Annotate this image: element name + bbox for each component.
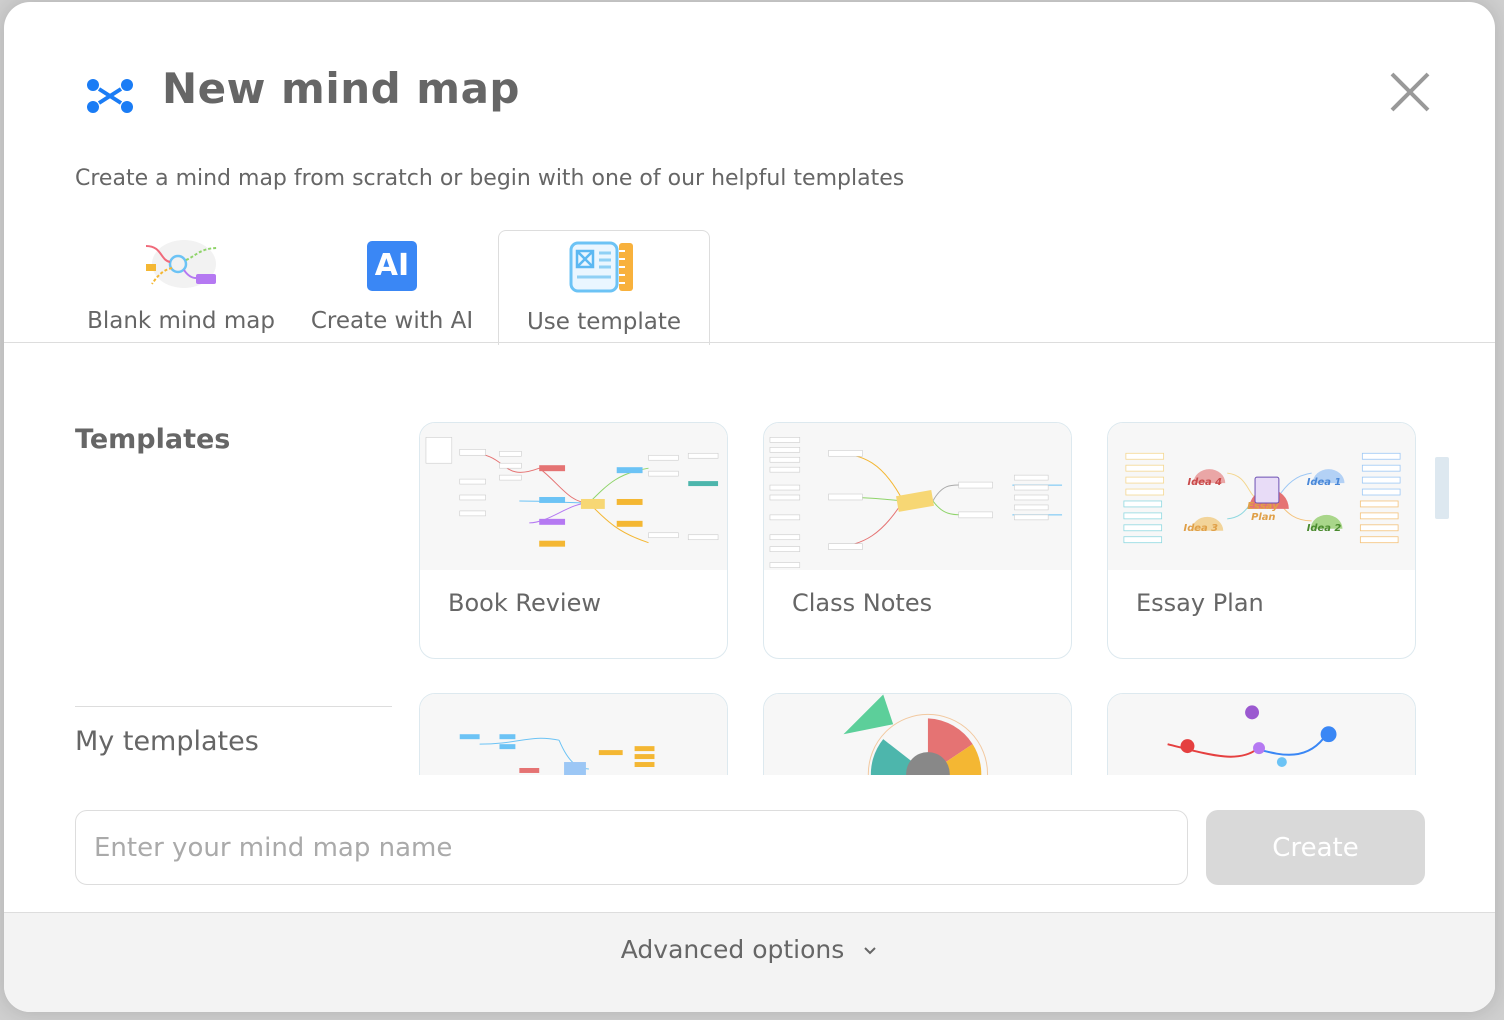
tab-blank-mind-map[interactable]: Blank mind map (84, 230, 278, 344)
tab-label: Blank mind map (87, 308, 275, 334)
templates-scrollbar[interactable] (1435, 457, 1449, 519)
close-icon[interactable] (1388, 70, 1432, 114)
svg-text:Idea 1: Idea 1 (1307, 477, 1342, 488)
mind-map-name-input[interactable] (75, 810, 1188, 885)
template-label: Essay Plan (1136, 589, 1264, 617)
ai-icon: AI (367, 241, 417, 291)
chevron-down-icon (864, 947, 876, 955)
tab-use-template[interactable]: Use template (498, 230, 710, 345)
tab-create-with-ai[interactable]: AI Create with AI (304, 230, 480, 344)
template-icon (569, 241, 633, 293)
book-review-preview (420, 423, 727, 570)
essay-plan-preview: Idea 4 Idea 3 Idea 1 Idea 2 Essay Plan (1108, 423, 1415, 570)
svg-text:Idea 2: Idea 2 (1307, 523, 1342, 534)
template-card-book-review[interactable]: Book Review (419, 422, 728, 659)
template-label: Book Review (448, 589, 601, 617)
template-card[interactable] (419, 693, 728, 775)
class-notes-preview (764, 423, 1071, 570)
create-button[interactable]: Create (1206, 810, 1425, 885)
template-card[interactable] (1107, 693, 1416, 775)
advanced-options-toggle[interactable]: Advanced options (4, 935, 1495, 964)
tab-label: Create with AI (310, 308, 474, 334)
svg-text:Plan: Plan (1251, 512, 1275, 523)
template-label: Class Notes (792, 589, 933, 617)
dialog-subtitle: Create a mind map from scratch or begin … (75, 166, 905, 191)
mind-map-logo-icon (87, 79, 133, 113)
blank-map-icon (145, 240, 219, 288)
advanced-options-label: Advanced options (620, 935, 845, 964)
footer: Advanced options (4, 912, 1495, 1012)
svg-text:Idea 3: Idea 3 (1184, 523, 1219, 534)
template-card[interactable] (763, 693, 1072, 775)
template-card-class-notes[interactable]: Class Notes (763, 422, 1072, 659)
templates-heading: Templates (75, 424, 231, 455)
template-card-essay-plan[interactable]: Idea 4 Idea 3 Idea 1 Idea 2 Essay Plan Essay … (1107, 422, 1416, 659)
more-templates-row (4, 690, 1495, 775)
dialog-title: New mind map (162, 64, 520, 113)
svg-text:Idea 4: Idea 4 (1187, 477, 1222, 488)
tab-label: Use template (526, 309, 682, 335)
new-mind-map-dialog: New mind map Create a mind map from scra… (4, 2, 1495, 1012)
tabs-divider (4, 342, 1495, 343)
svg-text:Essay: Essay (1247, 501, 1279, 512)
